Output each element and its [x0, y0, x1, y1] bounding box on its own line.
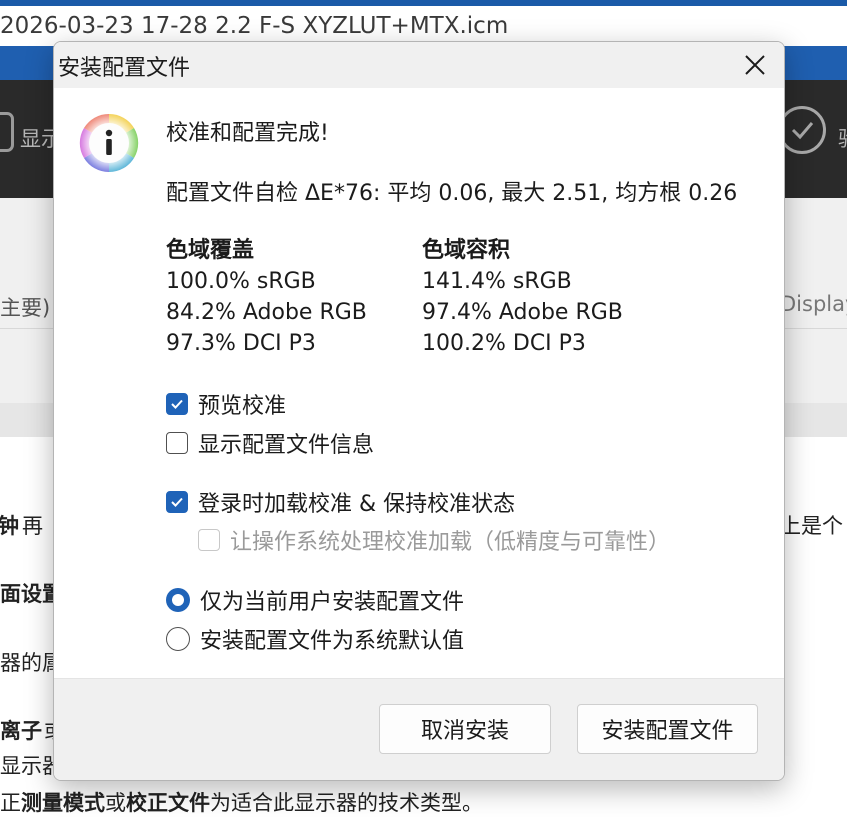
- preview-calibration-checkbox[interactable]: 预览校准: [166, 390, 287, 419]
- close-icon[interactable]: [740, 50, 770, 80]
- doc-text: 再: [22, 514, 43, 538]
- gamut-volume-header: 色域容积: [422, 238, 511, 263]
- load-on-login-label: 登录时加载校准 & 保持校准状态: [198, 492, 516, 517]
- dialog-title: 安装配置文件: [58, 56, 191, 81]
- correction-file-text: 校正文件: [126, 791, 210, 815]
- app-window-title: 2026-03-23 17-28 2.2 F-S XYZLUT+MTX.icm: [0, 6, 847, 46]
- display-selector-left[interactable]: 主要): [0, 292, 50, 322]
- gamut-coverage-header: 色域覆盖: [166, 238, 255, 263]
- load-on-login-checkbox[interactable]: 登录时加载校准 & 保持校准状态: [166, 488, 516, 517]
- show-profile-info-label: 显示配置文件信息: [198, 433, 375, 458]
- measurement-mode-text: 测量模式: [21, 791, 105, 815]
- doc-text: 离子: [0, 719, 42, 743]
- checkbox-checked-icon[interactable]: [166, 393, 188, 415]
- os-handles-calibration-label: 让操作系统处理校准加载（低精度与可靠性）: [230, 530, 671, 555]
- install-profile-button[interactable]: 安装配置文件: [577, 704, 758, 754]
- gamut-volume-adobe-rgb: 97.4% Adobe RGB: [422, 300, 623, 325]
- install-profile-dialog: 安装配置文件 校准和配置完成! 配置文件自检 ΔE*76: 平均 0.06, 最…: [53, 41, 785, 781]
- self-check-summary: 配置文件自检 ΔE*76: 平均 0.06, 最大 2.51, 均方根 0.26: [166, 181, 738, 206]
- show-profile-info-checkbox[interactable]: 显示配置文件信息: [166, 429, 375, 458]
- gamut-coverage-dci-p3: 97.3% DCI P3: [166, 331, 316, 356]
- checkbox-unchecked-icon[interactable]: [166, 432, 188, 454]
- display-selector-right[interactable]: Display: [780, 292, 847, 316]
- gamut-volume-dci-p3: 100.2% DCI P3: [422, 331, 586, 356]
- info-icon: [78, 112, 140, 174]
- doc-text: 上是个: [780, 514, 843, 538]
- display-tool-icon[interactable]: [0, 112, 14, 152]
- preview-calibration-label: 预览校准: [198, 394, 287, 419]
- radio-unselected-icon[interactable]: [166, 627, 190, 651]
- result-heading: 校准和配置完成!: [166, 121, 329, 146]
- gamut-volume-srgb: 141.4% sRGB: [422, 269, 572, 294]
- gamut-coverage-adobe-rgb: 84.2% Adobe RGB: [166, 300, 367, 325]
- checkbox-checked-icon[interactable]: [166, 491, 188, 513]
- verify-tool-icon[interactable]: [778, 106, 826, 154]
- verify-tool-label: 验: [838, 123, 847, 153]
- doc-text-a: 正: [0, 791, 21, 815]
- doc-text: 钟: [0, 514, 19, 538]
- install-current-user-radio[interactable]: 仅为当前用户安装配置文件: [166, 586, 465, 615]
- os-handles-calibration-checkbox: 让操作系统处理校准加载（低精度与可靠性）: [198, 526, 671, 555]
- radio-selected-icon[interactable]: [166, 588, 190, 612]
- cancel-install-button[interactable]: 取消安装: [379, 704, 551, 754]
- install-system-default-radio[interactable]: 安装配置文件为系统默认值: [166, 625, 465, 654]
- checkbox-disabled-icon: [198, 529, 220, 551]
- doc-text: 正测量模式或校正文件为适合此显示器的技术类型。: [0, 787, 483, 817]
- gamut-coverage-srgb: 100.0% sRGB: [166, 269, 316, 294]
- gamut-coverage-column: 色域覆盖 100.0% sRGB 84.2% Adobe RGB 97.3% D…: [166, 235, 367, 359]
- install-current-user-label: 仅为当前用户安装配置文件: [200, 590, 465, 615]
- doc-text-c: 或: [105, 791, 126, 815]
- install-system-default-label: 安装配置文件为系统默认值: [200, 629, 465, 654]
- gamut-volume-column: 色域容积 141.4% sRGB 97.4% Adobe RGB 100.2% …: [422, 235, 623, 359]
- doc-text-e: 为适合此显示器的技术类型。: [210, 791, 483, 815]
